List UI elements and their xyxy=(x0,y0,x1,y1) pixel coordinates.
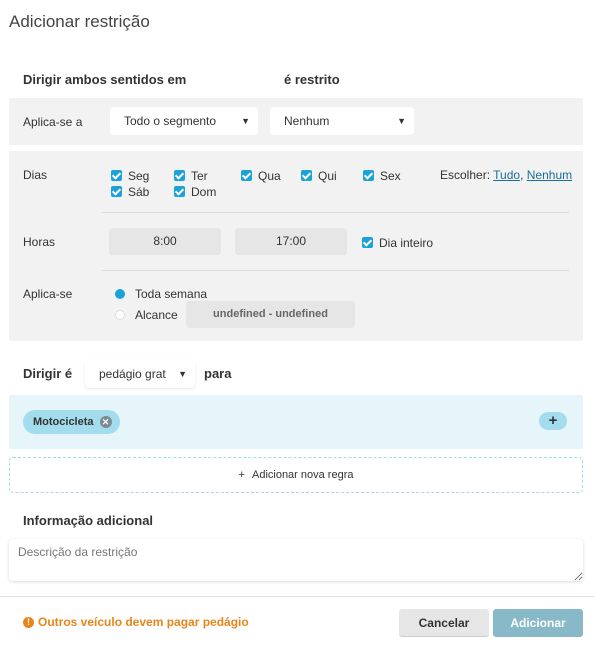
day-checkbox-seg[interactable]: Seg xyxy=(111,168,149,183)
chevron-down-icon: ▼ xyxy=(397,116,406,126)
end-time-input[interactable]: 17:00 xyxy=(235,228,347,255)
vehicles-panel: Motocicleta ✕ + xyxy=(9,395,583,449)
toll-select[interactable]: pedágio grat ▼ xyxy=(85,360,195,388)
choose-separator: , xyxy=(520,168,524,182)
day-checkbox-qui[interactable]: Qui xyxy=(301,168,337,183)
period-label: Aplica-se xyxy=(23,287,73,301)
choose-days: Escolher: Tudo, Nenhum xyxy=(440,168,572,182)
schedule-panel: Dias Seg Ter Qua Qui Sex Sáb Dom Escolhe… xyxy=(9,151,583,341)
add-rule-label: Adicionar nova regra xyxy=(251,469,354,481)
checkbox-checked-icon[interactable] xyxy=(174,186,185,198)
warning-text: Outros veículo devem pagar pedágio xyxy=(38,615,249,629)
remove-icon[interactable]: ✕ xyxy=(99,416,112,429)
vehicle-chip-label: Motocicleta xyxy=(33,416,94,428)
warning-icon: ! xyxy=(23,617,34,629)
plus-icon: + xyxy=(238,469,245,481)
segment-select[interactable]: Todo o segmento ▼ xyxy=(110,107,258,135)
range-radio[interactable]: Alcance xyxy=(115,307,178,322)
days-label: Dias xyxy=(23,168,48,182)
restricted-label: é restrito xyxy=(284,72,340,87)
checkbox-checked-icon[interactable] xyxy=(301,170,312,182)
lane-select-value: Nenhum xyxy=(284,114,330,128)
start-time-input[interactable]: 8:00 xyxy=(109,228,221,255)
applies-to-panel: Aplica-se a Todo o segmento ▼ Nenhum ▼ xyxy=(9,98,583,145)
checkbox-checked-icon[interactable] xyxy=(363,170,374,182)
choose-label: Escolher: xyxy=(440,168,491,182)
drive-label: Dirigir é xyxy=(23,366,73,381)
warning-message: ! Outros veículo devem pagar pedágio xyxy=(23,615,249,629)
chevron-down-icon: ▼ xyxy=(241,116,250,126)
lane-select[interactable]: Nenhum ▼ xyxy=(270,107,414,135)
add-button[interactable]: Adicionar xyxy=(493,609,583,637)
add-rule-button[interactable]: + Adicionar nova regra xyxy=(9,457,583,493)
cancel-button[interactable]: Cancelar xyxy=(399,609,489,637)
dialog-title: Adicionar restrição xyxy=(9,12,150,31)
choose-all-link[interactable]: Tudo xyxy=(493,168,520,182)
segment-select-value: Todo o segmento xyxy=(124,114,217,128)
hours-label: Horas xyxy=(23,235,56,249)
radio-selected-icon[interactable] xyxy=(115,288,125,299)
radio-unselected-icon[interactable] xyxy=(115,309,125,320)
applies-to-label: Aplica-se a xyxy=(23,115,83,129)
add-vehicle-button[interactable]: + xyxy=(539,412,567,430)
day-checkbox-sab[interactable]: Sáb xyxy=(111,184,149,199)
vehicle-chip: Motocicleta ✕ xyxy=(23,410,120,434)
whole-week-radio[interactable]: Toda semana xyxy=(115,286,207,301)
chevron-down-icon: ▼ xyxy=(178,369,187,379)
checkbox-checked-icon[interactable] xyxy=(111,170,122,182)
range-input[interactable]: undefined - undefined xyxy=(186,301,355,328)
choose-none-link[interactable]: Nenhum xyxy=(527,168,572,182)
day-checkbox-sex[interactable]: Sex xyxy=(363,168,401,183)
checkbox-checked-icon[interactable] xyxy=(111,186,122,198)
day-checkbox-qua[interactable]: Qua xyxy=(241,168,281,183)
toll-select-value: pedágio grat xyxy=(99,367,166,381)
day-checkbox-dom[interactable]: Dom xyxy=(174,184,216,199)
checkbox-checked-icon[interactable] xyxy=(362,237,373,249)
additional-info-heading: Informação adicional xyxy=(23,513,154,528)
checkbox-checked-icon[interactable] xyxy=(174,170,185,182)
description-textarea[interactable] xyxy=(9,539,583,581)
direction-label: Dirigir ambos sentidos em xyxy=(23,72,187,87)
footer-divider xyxy=(0,596,594,597)
divider xyxy=(102,212,569,213)
checkbox-checked-icon[interactable] xyxy=(241,170,252,182)
divider xyxy=(102,270,569,271)
all-day-checkbox[interactable]: Dia inteiro xyxy=(362,235,433,250)
day-checkbox-ter[interactable]: Ter xyxy=(174,168,208,183)
for-label: para xyxy=(204,366,232,381)
